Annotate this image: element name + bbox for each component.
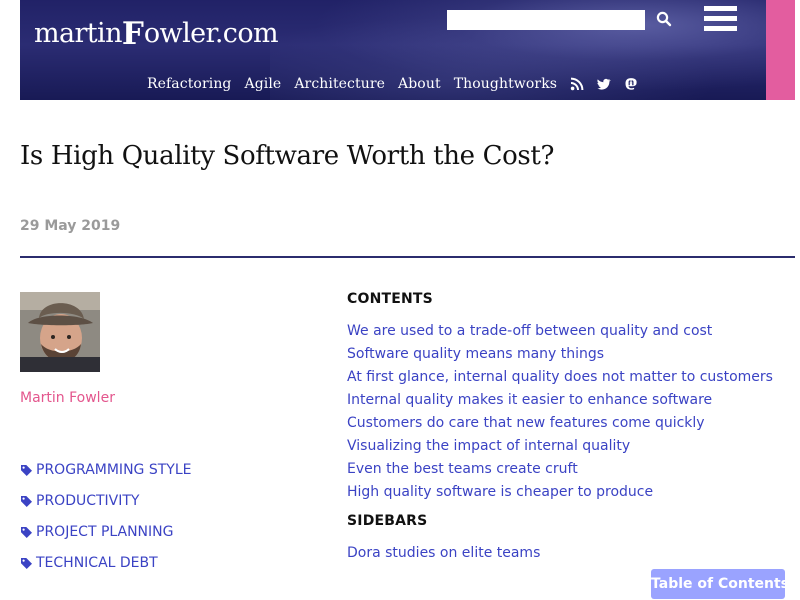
toc-link-visualizing-impact[interactable]: Visualizing the impact of internal quali… <box>347 435 787 458</box>
toc-link-cheaper-to-produce[interactable]: High quality software is cheaper to prod… <box>347 481 787 504</box>
nav-about[interactable]: About <box>398 76 441 92</box>
author-photo <box>20 292 100 372</box>
search-icon[interactable] <box>656 11 672 27</box>
mastodon-icon[interactable] <box>624 77 638 91</box>
twitter-icon[interactable] <box>597 77 611 91</box>
tag-productivity[interactable]: PRODUCTIVITY <box>20 493 191 509</box>
table-of-contents-button[interactable]: Table of Contents <box>651 569 789 599</box>
toc-link-software-quality[interactable]: Software quality means many things <box>347 343 787 366</box>
site-header: martinFowler.com Refactoring Agile Archi… <box>20 0 766 100</box>
title-divider <box>20 256 795 258</box>
rss-icon[interactable] <box>570 77 584 91</box>
toc-link-trade-off[interactable]: We are used to a trade-off between quali… <box>347 320 787 343</box>
table-of-contents-panel: CONTENTS We are used to a trade-off betw… <box>347 291 787 565</box>
search-input[interactable] <box>447 10 645 30</box>
tag-label: PROJECT PLANNING <box>36 524 174 540</box>
tag-icon <box>21 495 32 507</box>
logo-suffix: owler.com <box>143 18 279 49</box>
nav-architecture[interactable]: Architecture <box>294 76 385 92</box>
contents-list: We are used to a trade-off between quali… <box>347 320 787 504</box>
nav-agile[interactable]: Agile <box>245 76 282 92</box>
pink-accent-strip <box>766 0 795 100</box>
sidebars-heading: SIDEBARS <box>347 513 428 529</box>
main-navigation: Refactoring Agile Architecture About Tho… <box>147 74 651 94</box>
tag-technical-debt[interactable]: TECHNICAL DEBT <box>20 555 191 571</box>
menu-icon[interactable] <box>704 6 737 31</box>
toc-link-enhance-software[interactable]: Internal quality makes it easier to enha… <box>347 389 787 412</box>
article-title: Is High Quality Software Worth the Cost? <box>20 141 555 171</box>
toc-link-new-features[interactable]: Customers do care that new features come… <box>347 412 787 435</box>
author-avatar[interactable] <box>20 292 100 372</box>
nav-thoughtworks[interactable]: Thoughtworks <box>454 76 557 92</box>
sidebar-link-dora-studies[interactable]: Dora studies on elite teams <box>347 542 787 565</box>
tag-project-planning[interactable]: PROJECT PLANNING <box>20 524 191 540</box>
tag-icon <box>21 464 32 476</box>
tag-icon <box>21 526 32 538</box>
toc-link-create-cruft[interactable]: Even the best teams create cruft <box>347 458 787 481</box>
nav-refactoring[interactable]: Refactoring <box>147 76 232 92</box>
tag-label: PROGRAMMING STYLE <box>36 462 192 478</box>
tag-label: PRODUCTIVITY <box>36 493 140 509</box>
tag-programming-style[interactable]: PROGRAMMING STYLE <box>20 462 191 478</box>
tag-label: TECHNICAL DEBT <box>36 555 158 571</box>
tag-icon <box>21 557 32 569</box>
article-date: 29 May 2019 <box>20 218 121 234</box>
tag-list: PROGRAMMING STYLE PRODUCTIVITY PROJECT P… <box>20 462 191 586</box>
logo-prefix: martin <box>34 18 122 49</box>
logo-middle: F <box>121 16 144 52</box>
sidebars-list: Dora studies on elite teams <box>347 542 787 565</box>
site-logo[interactable]: martinFowler.com <box>34 14 279 52</box>
contents-heading: CONTENTS <box>347 291 433 307</box>
toc-link-internal-quality-customers[interactable]: At first glance, internal quality does n… <box>347 366 787 389</box>
author-name[interactable]: Martin Fowler <box>20 390 115 406</box>
